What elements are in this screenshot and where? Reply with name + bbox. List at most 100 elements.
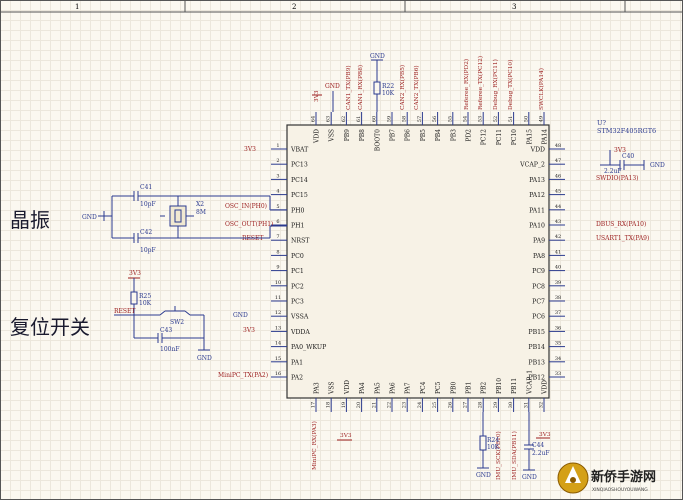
pin-name: VDD [542, 380, 549, 395]
pin-number: 1 [276, 143, 279, 149]
pin-name: PC0 [291, 253, 304, 260]
net-vdd-bottom: 3V3 [340, 433, 352, 439]
pin-number: 45 [555, 189, 561, 195]
r24-value: 10K [487, 444, 500, 451]
net-referee-rx: Referee_RX(PD2) [463, 59, 470, 110]
pin-name: PB3 [450, 129, 457, 141]
pin-name: PB0 [450, 382, 457, 394]
c40-value: 2.2uF [604, 168, 622, 175]
pin-number: 58 [402, 116, 408, 122]
pin-number: 6 [276, 219, 279, 225]
c41-value: 10pF [140, 201, 156, 208]
pin-number: 29 [493, 402, 499, 408]
net-vdd2-bottom: 3V3 [539, 432, 551, 438]
pin-name: VCAP_2 [519, 162, 545, 169]
pin-number: 55 [447, 116, 453, 122]
r22-resistor[interactable]: GND R22 10K [370, 53, 395, 112]
pin-number: 28 [478, 402, 484, 408]
pin-number: 47 [555, 158, 561, 164]
pin-name: PC14 [291, 177, 308, 184]
pin-number: 16 [275, 371, 281, 377]
pin-number: 61 [356, 116, 362, 122]
pin-number: 2 [276, 158, 279, 164]
crystal-circuit[interactable]: GND C41 10pF C42 10pF X2 8M [82, 184, 287, 254]
gnd-label-r22: GND [370, 53, 385, 60]
net-swdio: SWDIO(PA13) [596, 175, 639, 182]
c44-capacitor[interactable]: C44 2.2uF GND [522, 412, 550, 481]
net-dbus-rx: DBUS_RX(PA10) [596, 221, 646, 228]
pin-name: PA1 [291, 359, 303, 366]
net-osc-out: OSC_OUT(PH1) [225, 221, 273, 228]
pin-number: 46 [555, 173, 561, 179]
pin-name: PC15 [291, 192, 308, 199]
zone-label-2: 2 [292, 3, 296, 11]
pin-name: PB14 [528, 344, 545, 351]
mcu-chip[interactable]: U? STM32F405RGT6 [286, 119, 656, 399]
net-osc-in: OSC_IN(PH0) [225, 203, 267, 210]
net-vdda-3v3: 3V3 [243, 327, 255, 334]
net-can2-rx: CAN2_RX(PB5) [399, 65, 406, 110]
pin-name: PB5 [420, 129, 427, 141]
pin-name: VSS [329, 129, 336, 142]
net-gnd-right: GND [650, 162, 665, 169]
pin-number: 20 [356, 402, 362, 408]
top-nets: 3V3 GND CAN1_TX(PB9) CAN1_RX(PB8) CAN2_R… [312, 56, 545, 112]
pin-name: PB8 [359, 129, 366, 141]
net-minipc-tx: MiniPC_TX(PA2) [218, 372, 268, 379]
pin-number: 33 [555, 371, 561, 377]
pin-number: 10 [275, 280, 281, 286]
pin-number: 39 [555, 280, 561, 286]
pin-number: 56 [432, 116, 438, 122]
pin-name: PB2 [481, 382, 488, 394]
pin-number: 5 [276, 204, 279, 210]
c41-ref: C41 [140, 184, 152, 191]
pin-name: VDD [530, 147, 545, 154]
pin-name: PB10 [496, 378, 503, 394]
pin-name: PC12 [481, 129, 488, 145]
pin-number: 21 [371, 402, 377, 408]
pin-number: 19 [341, 402, 347, 408]
net-usart1-tx: USART1_TX(PA9) [596, 235, 649, 242]
pin-name: PC1 [291, 268, 304, 275]
pin-name: PA6 [390, 382, 397, 394]
pin-name: PC4 [420, 381, 427, 394]
pin-number: 38 [555, 295, 561, 301]
net-imu-sda: IMU_SDA(PB11) [511, 431, 518, 480]
pin-name: PH0 [291, 207, 305, 214]
net-vssa-gnd: GND [233, 312, 248, 319]
chip-part: STM32F405RGT6 [597, 127, 656, 135]
pin-name: PA8 [533, 253, 545, 260]
pin-number: 64 [311, 116, 317, 122]
pin-number: 59 [387, 116, 393, 122]
pin-number: 37 [555, 310, 561, 316]
pin-name: VDD [314, 129, 321, 144]
pin-name: PB1 [466, 382, 473, 394]
r24-ref: R24 [487, 437, 499, 444]
reset-gnd-label: GND [197, 355, 212, 362]
pin-name: PA5 [374, 382, 381, 394]
pin-name: PB15 [528, 329, 545, 336]
x2-value: 8M [196, 209, 206, 216]
pin-number: 32 [539, 402, 545, 408]
r24-gnd-label: GND [476, 472, 491, 479]
pin-number: 41 [555, 249, 561, 255]
pin-name: PC8 [532, 283, 545, 290]
pin-name: NRST [291, 238, 310, 245]
reset-circuit[interactable]: 3V3 R25 10K RESET SW2 C43 100nF GND [114, 270, 212, 362]
net-can1-rx: CAN1_RX(PB8) [357, 65, 364, 110]
pin-number: 22 [387, 402, 393, 408]
watermark-text: 新侨手游网 [591, 469, 656, 485]
pin-number: 7 [276, 234, 279, 240]
pin-number: 60 [371, 116, 377, 122]
watermark-logo: 新侨手游网 XINQIAOSHOUYOUWANG [557, 462, 656, 494]
pin-name: PC9 [532, 268, 545, 275]
net-minipc-rx: MiniPC_RX(PA3) [311, 421, 318, 470]
pin-number: 31 [523, 402, 529, 408]
pin-number: 50 [523, 116, 529, 122]
pin-number: 42 [555, 234, 561, 240]
pin-name: PA15 [526, 129, 533, 145]
pin-number: 23 [402, 402, 408, 408]
reset-3v3-label: 3V3 [129, 270, 141, 277]
schematic-canvas: 晶振 复位开关 1 2 3 U? STM32F405RGT6 VBAT 1 PC13… [0, 0, 683, 500]
c44-gnd-label: GND [522, 474, 537, 481]
